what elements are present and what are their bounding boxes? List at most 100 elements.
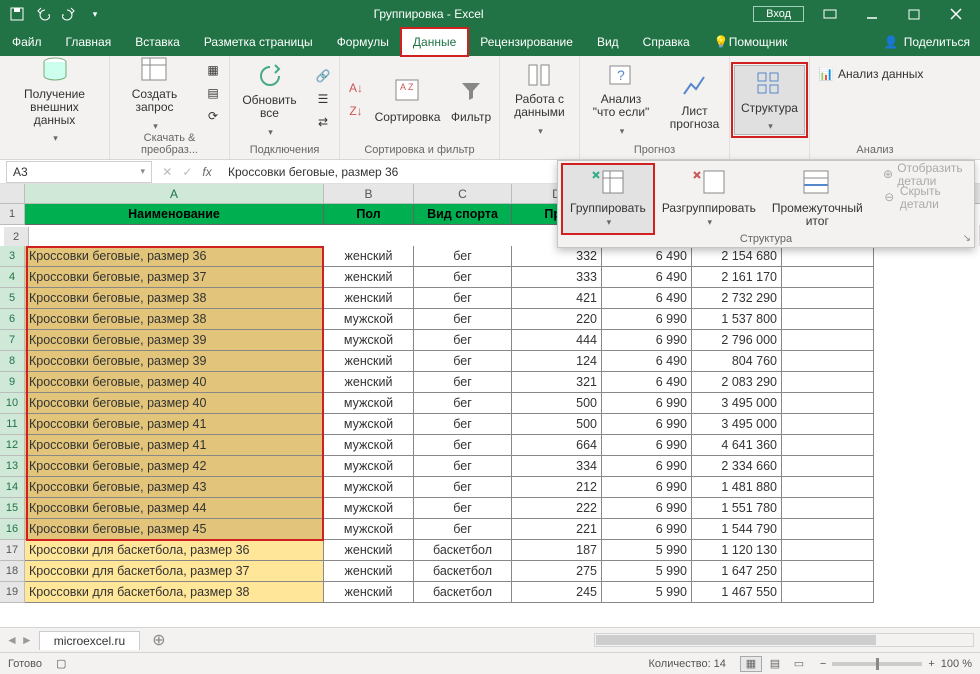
undo-icon[interactable] [34, 5, 52, 23]
new-sheet-icon[interactable]: ⊕ [146, 630, 171, 650]
row-header[interactable]: 8 [0, 351, 25, 372]
tab-help[interactable]: Справка [631, 28, 702, 56]
cell[interactable]: Кроссовки беговые, размер 36 [25, 246, 324, 267]
cell[interactable] [782, 309, 874, 330]
cell[interactable]: мужской [324, 456, 414, 477]
new-query-button[interactable]: Создать запрос [114, 59, 195, 129]
cell[interactable]: 5 990 [602, 582, 692, 603]
save-icon[interactable] [8, 5, 26, 23]
cell[interactable]: 6 990 [602, 435, 692, 456]
cell[interactable]: 6 990 [602, 477, 692, 498]
row-header[interactable]: 1 [0, 204, 25, 225]
cell[interactable]: мужской [324, 393, 414, 414]
cell[interactable]: бег [414, 498, 512, 519]
cell[interactable]: бег [414, 309, 512, 330]
cell[interactable]: женский [324, 582, 414, 603]
row-header[interactable]: 11 [0, 414, 25, 435]
cell[interactable]: мужской [324, 309, 414, 330]
cell[interactable]: мужской [324, 477, 414, 498]
cell[interactable]: 5 990 [602, 540, 692, 561]
cell[interactable]: бег [414, 435, 512, 456]
cell[interactable] [782, 519, 874, 540]
cell[interactable] [782, 351, 874, 372]
row-header[interactable]: 15 [0, 498, 25, 519]
cell[interactable]: 421 [512, 288, 602, 309]
cell[interactable]: женский [324, 288, 414, 309]
cell[interactable] [782, 540, 874, 561]
cell[interactable]: Кроссовки беговые, размер 42 [25, 456, 324, 477]
whatif-button[interactable]: ? Анализ "что если" [584, 65, 658, 135]
cell[interactable]: 1 647 250 [692, 561, 782, 582]
cell[interactable]: женский [324, 246, 414, 267]
cell[interactable]: Кроссовки беговые, размер 37 [25, 267, 324, 288]
row-header[interactable]: 4 [0, 267, 25, 288]
cell[interactable]: 2 154 680 [692, 246, 782, 267]
cell[interactable]: 333 [512, 267, 602, 288]
cell[interactable]: Кроссовки беговые, размер 44 [25, 498, 324, 519]
share-button[interactable]: 👤Поделиться [874, 28, 980, 56]
forecast-sheet-button[interactable]: Лист прогноза [664, 65, 725, 135]
tab-data[interactable]: Данные [401, 28, 468, 56]
cell[interactable] [782, 561, 874, 582]
cell[interactable]: 6 990 [602, 498, 692, 519]
cell[interactable]: 6 490 [602, 267, 692, 288]
row-header[interactable]: 19 [0, 582, 25, 603]
maximize-icon[interactable] [894, 0, 934, 28]
cell[interactable] [782, 330, 874, 351]
zoom-out-icon[interactable]: − [820, 658, 826, 670]
cell[interactable]: 2 796 000 [692, 330, 782, 351]
show-queries-button[interactable]: ▦ [201, 60, 225, 82]
cell[interactable]: Кроссовки беговые, размер 39 [25, 351, 324, 372]
cell[interactable]: женский [324, 561, 414, 582]
cell[interactable]: Кроссовки беговые, размер 39 [25, 330, 324, 351]
cell[interactable]: баскетбол [414, 561, 512, 582]
filter-button[interactable]: Фильтр [447, 65, 495, 135]
view-pagebreak-icon[interactable]: ▭ [788, 656, 810, 672]
properties-button[interactable]: ☰ [311, 89, 335, 111]
edit-links-button[interactable]: ⇄ [311, 112, 335, 134]
cell[interactable]: Кроссовки беговые, размер 41 [25, 414, 324, 435]
cell[interactable]: 804 760 [692, 351, 782, 372]
cell[interactable]: 124 [512, 351, 602, 372]
cell[interactable] [782, 393, 874, 414]
cell[interactable]: 1 481 880 [692, 477, 782, 498]
cell[interactable]: мужской [324, 330, 414, 351]
recent-sources-button[interactable]: ⟳ [201, 106, 225, 128]
qat-more-icon[interactable]: ▾ [86, 5, 104, 23]
cell[interactable]: бег [414, 372, 512, 393]
cell[interactable]: 6 990 [602, 393, 692, 414]
row-header[interactable]: 10 [0, 393, 25, 414]
row-header[interactable]: 14 [0, 477, 25, 498]
cell[interactable]: женский [324, 351, 414, 372]
cell[interactable]: баскетбол [414, 582, 512, 603]
zoom-slider[interactable] [832, 662, 922, 666]
cell[interactable]: 334 [512, 456, 602, 477]
cell[interactable]: 245 [512, 582, 602, 603]
cell[interactable]: 500 [512, 393, 602, 414]
tab-home[interactable]: Главная [54, 28, 124, 56]
cell[interactable]: 4 641 360 [692, 435, 782, 456]
cell[interactable]: мужской [324, 414, 414, 435]
cell[interactable]: Пол [324, 204, 414, 225]
cell[interactable] [782, 582, 874, 603]
cell[interactable]: женский [324, 372, 414, 393]
get-external-data-button[interactable]: Получение внешних данных [4, 65, 105, 135]
cell[interactable] [782, 288, 874, 309]
cell[interactable]: Кроссовки беговые, размер 38 [25, 288, 324, 309]
cell[interactable]: бег [414, 246, 512, 267]
cell[interactable]: 2 161 170 [692, 267, 782, 288]
sort-az-button[interactable]: A↓ [344, 78, 368, 100]
close-icon[interactable] [936, 0, 976, 28]
cell[interactable]: бег [414, 414, 512, 435]
row-header[interactable]: 5 [0, 288, 25, 309]
cell[interactable]: бег [414, 393, 512, 414]
chevron-down-icon[interactable]: ▾ [140, 166, 145, 177]
cell[interactable] [782, 246, 874, 267]
row-header[interactable]: 12 [0, 435, 25, 456]
cell[interactable]: Кроссовки беговые, размер 43 [25, 477, 324, 498]
data-analysis-button[interactable]: 📊Анализ данных [814, 64, 927, 86]
cell[interactable]: 220 [512, 309, 602, 330]
row-header[interactable]: 7 [0, 330, 25, 351]
col-header-C[interactable]: C [414, 184, 512, 203]
cell[interactable] [782, 372, 874, 393]
